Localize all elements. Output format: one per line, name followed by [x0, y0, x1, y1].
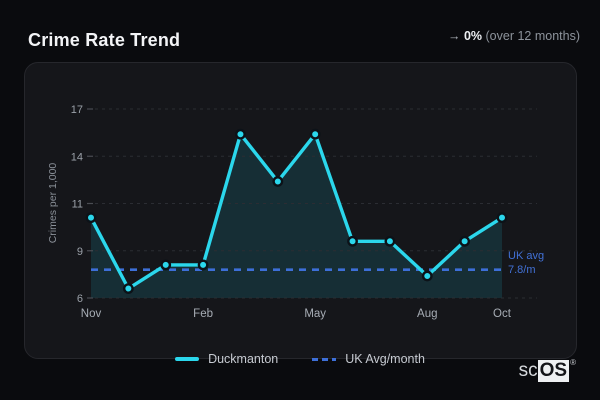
- data-point-marker[interactable]: [496, 212, 508, 224]
- page-title: Crime Rate Trend: [28, 30, 181, 51]
- registered-mark: ®: [570, 358, 576, 367]
- data-point-marker[interactable]: [160, 259, 172, 271]
- data-point-marker[interactable]: [309, 128, 321, 140]
- y-tick-label: 11: [72, 199, 83, 211]
- x-tick-label: Aug: [417, 308, 437, 320]
- legend-item-duckmanton[interactable]: Duckmanton: [175, 352, 278, 366]
- data-point-marker[interactable]: [347, 235, 358, 247]
- trend-value: 0%: [463, 29, 483, 43]
- logo-prefix: sc: [518, 360, 538, 381]
- trend-period: (over 12 months): [486, 29, 580, 43]
- data-point-marker[interactable]: [235, 128, 246, 140]
- legend-label: UK Avg/month: [345, 352, 425, 366]
- legend-label: Duckmanton: [208, 352, 279, 366]
- data-point-marker[interactable]: [384, 235, 396, 247]
- uk-avg-annotation: UK avg 7.8/m: [508, 249, 544, 277]
- line-swatch-icon: [175, 357, 200, 361]
- trend-flat-arrow-icon: →: [447, 29, 461, 43]
- chart-card: 17 14 11 9 6 Nov Feb May Aug Oct Crimes per 1,000…: [24, 62, 577, 359]
- x-tick-label: Oct: [493, 308, 512, 320]
- data-point-marker[interactable]: [122, 283, 134, 294]
- chart-legend: Duckmanton UK Avg/month: [0, 352, 600, 366]
- scos-logo: sc OS ®: [518, 358, 576, 382]
- y-tick-label: 17: [71, 104, 83, 116]
- data-point-marker[interactable]: [421, 270, 433, 282]
- y-tick-label: 6: [77, 293, 83, 305]
- crime-trend-chart: 17 14 11 9 6 Nov Feb May Aug Oct: [71, 104, 537, 320]
- uk-avg-annotation-line2: 7.8/m: [508, 264, 536, 276]
- y-tick-label: 9: [77, 246, 83, 258]
- data-point-marker[interactable]: [459, 235, 471, 247]
- trend-summary: → 0% (over 12 months): [448, 29, 580, 43]
- x-tick-label: May: [304, 308, 326, 320]
- x-tick-label: Feb: [193, 308, 213, 320]
- dashed-line-swatch-icon: [312, 357, 337, 361]
- data-point-marker[interactable]: [272, 176, 284, 187]
- y-axis-title: Crimes per 1,000: [47, 162, 59, 244]
- legend-item-uk-avg[interactable]: UK Avg/month: [312, 352, 425, 366]
- trend-period-text: (over 12 months): [485, 29, 580, 43]
- data-point-marker[interactable]: [85, 212, 97, 224]
- uk-avg-annotation-line1: UK avg: [508, 250, 545, 262]
- data-point-marker[interactable]: [197, 259, 209, 271]
- x-tick-label: Nov: [81, 308, 102, 320]
- logo-suffix: OS: [537, 360, 570, 382]
- y-tick-label: 14: [71, 151, 83, 163]
